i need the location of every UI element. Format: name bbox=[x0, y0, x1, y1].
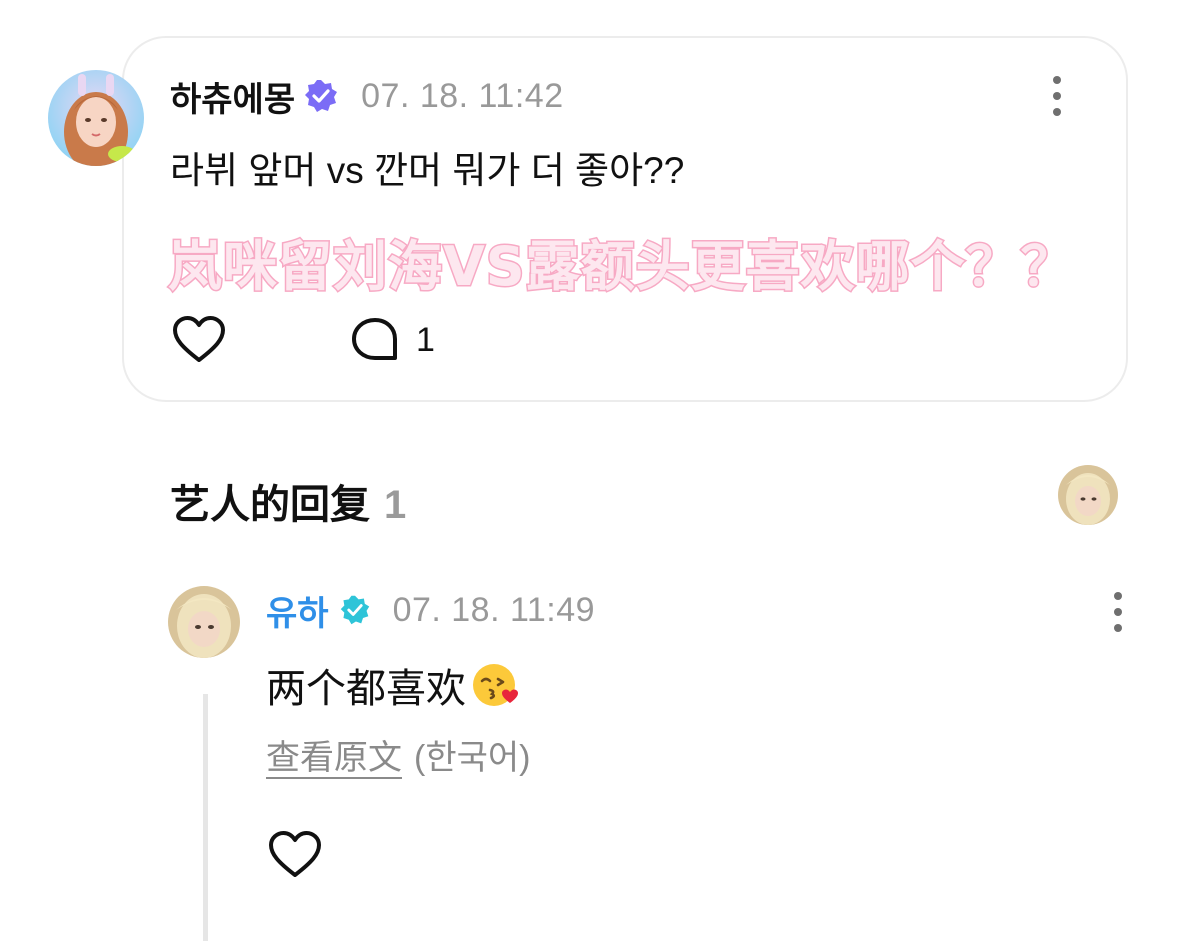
original-language-label: (한국어) bbox=[414, 739, 531, 777]
reply-author-name[interactable]: 유하 bbox=[266, 586, 329, 635]
reply-like-heart-icon[interactable] bbox=[268, 830, 322, 880]
kissing-face-with-heart-icon bbox=[470, 659, 522, 711]
reply-timestamp: 07. 18. 11:49 bbox=[392, 590, 596, 629]
artist-replies-count: 1 bbox=[384, 483, 407, 527]
reply-text: 两个都喜欢 bbox=[266, 667, 466, 711]
comment-count: 1 bbox=[416, 320, 435, 359]
reply-author-row: 유하 07. 18. 11:49 bbox=[266, 586, 596, 635]
post-timestamp: 07. 18. 11:42 bbox=[361, 76, 564, 115]
reply-text-row: 两个都喜欢 bbox=[266, 656, 522, 714]
comment-bubble-icon bbox=[352, 318, 397, 360]
artist-replies-header: 艺人的回复 1 bbox=[170, 472, 406, 530]
reply-author-avatar[interactable] bbox=[168, 586, 240, 658]
translation-overlay-caption: 岚咪留刘海VS露额头更喜欢哪个？？ bbox=[167, 234, 1077, 300]
post-author-avatar[interactable] bbox=[48, 70, 144, 166]
artist-replies-title: 艺人的回复 bbox=[170, 483, 370, 527]
like-heart-icon[interactable] bbox=[172, 315, 226, 365]
verified-badge-icon bbox=[303, 78, 339, 114]
post-more-options-icon[interactable] bbox=[1047, 74, 1067, 118]
post-author-name[interactable]: 하츄에몽 bbox=[170, 72, 295, 121]
translate-row: 查看原文 (한국어) bbox=[266, 730, 530, 779]
comment-button[interactable]: 1 bbox=[350, 316, 435, 364]
reply-thread-line bbox=[203, 694, 208, 941]
reply-more-options-icon[interactable] bbox=[1108, 590, 1128, 634]
verified-badge-icon bbox=[339, 594, 371, 626]
view-original-link[interactable]: 查看原文 bbox=[266, 730, 402, 779]
artist-avatar[interactable] bbox=[1058, 465, 1118, 525]
post-text: 라뷔 앞머 vs 깐머 뭐가 더 좋아?? bbox=[170, 150, 685, 191]
post-author-row: 하츄에몽 07. 18. 11:42 bbox=[170, 72, 564, 121]
